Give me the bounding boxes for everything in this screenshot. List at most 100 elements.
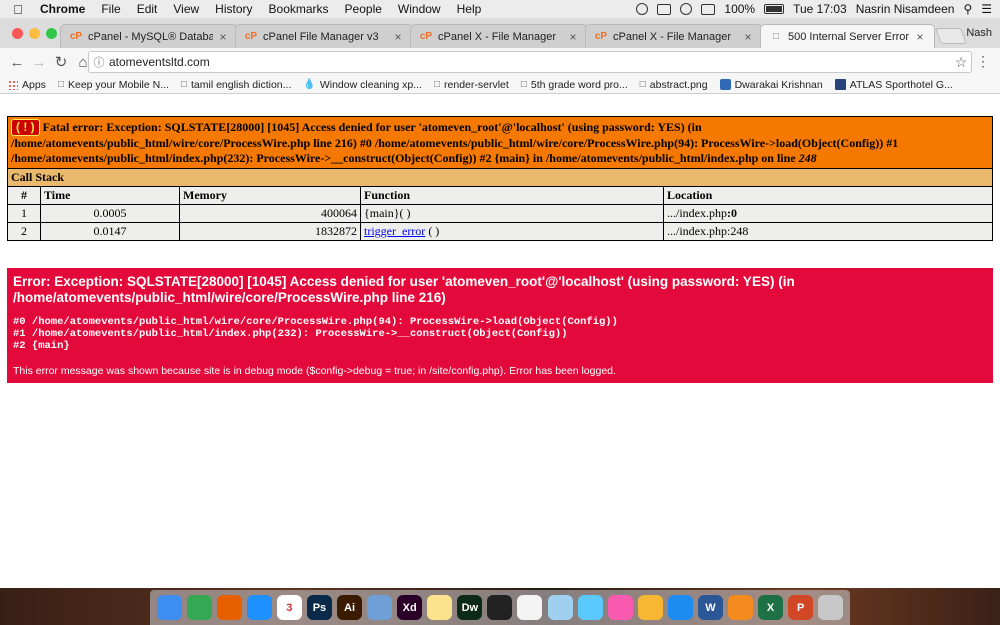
menu-clock[interactable]: Tue 17:03: [793, 2, 847, 16]
stack-function: {main}( ): [360, 204, 664, 223]
ibooks-icon[interactable]: [728, 595, 754, 620]
call-stack-header: Call Stack: [7, 168, 993, 187]
close-tab-icon[interactable]: ×: [392, 30, 404, 44]
stack-number: 2: [7, 222, 41, 241]
bookmark-item[interactable]: □ 5th grade word pro...: [521, 79, 628, 91]
powerpoint-icon[interactable]: P: [788, 595, 814, 620]
close-tab-icon[interactable]: ×: [217, 30, 229, 44]
reminders-icon[interactable]: [517, 595, 543, 620]
stack-function: trigger_error ( ): [360, 222, 664, 241]
back-arrow-icon[interactable]: ←: [6, 54, 28, 71]
apple-menu-icon[interactable]: : [0, 2, 36, 17]
forward-arrow-icon[interactable]: →: [28, 54, 50, 71]
airplay-icon[interactable]: [701, 3, 716, 15]
menu-edit[interactable]: Edit: [129, 2, 166, 16]
app-store-icon[interactable]: [667, 595, 693, 620]
browser-toolbar: ← → ↻ ⌂ ⓘ atomeventsltd.com ☆ ⋮: [0, 48, 1000, 76]
menu-app-name[interactable]: Chrome: [36, 2, 93, 16]
stack-memory: 400064: [179, 204, 361, 223]
illustrator-icon[interactable]: Ai: [337, 595, 362, 620]
tab-title: 500 Internal Server Error: [788, 30, 910, 43]
bookmark-item[interactable]: □ tamil english diction...: [181, 79, 291, 91]
site-favicon-icon: [719, 79, 731, 90]
menu-help[interactable]: Help: [449, 2, 490, 16]
profile-button[interactable]: Nash: [966, 27, 992, 39]
calendar-icon[interactable]: 3: [276, 595, 302, 620]
notification-icon[interactable]: [657, 3, 672, 15]
notification-center-icon[interactable]: ☰: [981, 2, 992, 16]
tab-cpanel-mysql[interactable]: cP cPanel - MySQL® Databases ×: [60, 24, 238, 48]
itunes-icon[interactable]: [607, 595, 633, 620]
spotlight-icon[interactable]: ⚲: [963, 2, 972, 16]
bookmark-apps[interactable]: Apps: [8, 79, 46, 91]
chrome-menu-icon[interactable]: ⋮: [976, 54, 990, 68]
zoom-window-button[interactable]: [46, 28, 57, 39]
battery-icon[interactable]: [764, 4, 785, 14]
photos-icon[interactable]: [637, 595, 663, 620]
creative-cloud-icon[interactable]: [636, 3, 649, 15]
page-icon: □: [433, 79, 441, 90]
column-header-location: Location: [663, 186, 993, 205]
address-bar-url[interactable]: atomeventsltd.com: [109, 55, 951, 69]
close-window-button[interactable]: [12, 28, 23, 39]
menu-view[interactable]: View: [165, 2, 207, 16]
bookmark-item[interactable]: □ Keep your Mobile N...: [58, 79, 169, 91]
bookmark-item[interactable]: 💧 Window cleaning xp...: [303, 79, 422, 91]
bookmark-star-icon[interactable]: ☆: [951, 54, 971, 71]
bookmark-item[interactable]: Dwarakai Krishnan: [719, 78, 823, 91]
reload-icon[interactable]: ↻: [50, 53, 72, 71]
dreamweaver-icon[interactable]: Dw: [457, 595, 483, 620]
bookmark-label: abstract.png: [649, 78, 708, 91]
close-tab-icon[interactable]: ×: [914, 30, 926, 44]
cpanel-icon: cP: [419, 31, 433, 42]
trace-line: #2 {main}: [13, 340, 70, 352]
bookmark-item[interactable]: □ abstract.png: [640, 79, 708, 91]
photoshop-icon[interactable]: Ps: [306, 595, 332, 620]
close-tab-icon[interactable]: ×: [742, 30, 754, 44]
address-bar[interactable]: ⓘ atomeventsltd.com ☆: [88, 51, 972, 73]
finder-icon[interactable]: [156, 595, 182, 620]
tab-title: cPanel - MySQL® Databases: [88, 30, 213, 43]
messages-icon[interactable]: [577, 595, 603, 620]
table-row: 1 0.0005 400064 {main}( ) .../index.php:…: [7, 204, 993, 223]
menu-bookmarks[interactable]: Bookmarks: [261, 2, 337, 16]
notes-icon[interactable]: [427, 595, 453, 620]
excel-icon[interactable]: X: [758, 595, 784, 620]
bookmark-label: ATLAS Sporthotel G...: [849, 78, 953, 91]
stack-location-line: :248: [727, 224, 749, 238]
close-tab-icon[interactable]: ×: [567, 30, 579, 44]
wifi-icon[interactable]: [680, 3, 693, 15]
word-icon[interactable]: W: [697, 595, 723, 620]
minimize-window-button[interactable]: [29, 28, 40, 39]
bookmark-label: 5th grade word pro...: [530, 78, 628, 91]
bookmark-item[interactable]: □ render-servlet: [434, 79, 509, 91]
tab-cpanel-file-manager-v3[interactable]: cP cPanel File Manager v3 ×: [235, 24, 413, 48]
final-cut-icon[interactable]: [487, 595, 513, 620]
menu-file[interactable]: File: [93, 2, 128, 16]
tab-cpanel-x-file-manager-1[interactable]: cP cPanel X - File Manager ×: [410, 24, 588, 48]
document-icon: □: [772, 31, 780, 42]
bookmark-label: Keep your Mobile N...: [67, 78, 169, 91]
chrome-icon[interactable]: [186, 595, 212, 620]
menu-history[interactable]: History: [207, 2, 260, 16]
xd-icon[interactable]: Xd: [397, 595, 423, 620]
menu-window[interactable]: Window: [390, 2, 449, 16]
firefox-icon[interactable]: [216, 595, 242, 620]
tab-internal-server-error[interactable]: □ 500 Internal Server Error ×: [760, 24, 935, 48]
tab-strip: cP cPanel - MySQL® Databases × cP cPanel…: [0, 18, 1000, 48]
page-icon: □: [639, 79, 646, 90]
page-info-icon[interactable]: ⓘ: [89, 54, 109, 70]
preview-icon[interactable]: [367, 595, 393, 620]
tab-cpanel-x-file-manager-2[interactable]: cP cPanel X - File Manager ×: [585, 24, 763, 48]
safari-icon[interactable]: [246, 595, 272, 620]
menu-people[interactable]: People: [337, 2, 390, 16]
trash-icon[interactable]: [818, 595, 844, 620]
bookmark-label: Dwarakai Krishnan: [734, 78, 823, 91]
bookmarks-bar: Apps □ Keep your Mobile N... □ tamil engli…: [0, 76, 1000, 94]
new-tab-button[interactable]: [935, 28, 967, 44]
trigger-error-link[interactable]: trigger_error: [364, 224, 425, 238]
stack-time: 0.0147: [40, 222, 180, 241]
bookmark-item[interactable]: ATLAS Sporthotel G...: [834, 78, 953, 91]
menu-user-name[interactable]: Nasrin Nisamdeen: [856, 2, 955, 16]
photos-app-icon[interactable]: [547, 595, 573, 620]
